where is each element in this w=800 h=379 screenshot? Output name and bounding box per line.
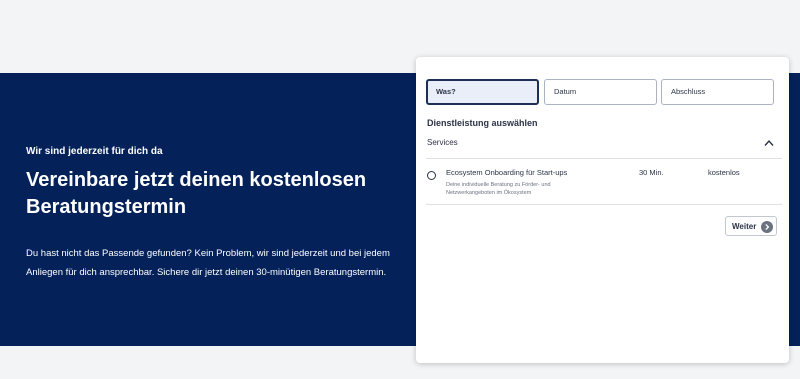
service-option[interactable]: Ecosystem Onboarding für Start-ups Deine… (416, 159, 789, 204)
tab-was[interactable]: Was? (426, 79, 539, 105)
next-button-label: Weiter (732, 222, 757, 231)
services-label: Services (427, 138, 458, 147)
hero-eyebrow: Wir sind jederzeit für dich da (26, 146, 163, 157)
section-heading: Dienstleistung auswählen (427, 118, 538, 128)
service-description: Deine individuelle Beratung zu Förder- u… (446, 182, 551, 196)
service-duration: 30 Min. (639, 168, 664, 177)
service-radio[interactable] (427, 171, 436, 180)
tab-datum[interactable]: Datum (544, 79, 657, 105)
divider (426, 204, 782, 205)
tab-abschluss[interactable]: Abschluss (661, 79, 774, 105)
services-accordion-toggle[interactable]: Services (416, 133, 789, 157)
next-button[interactable]: Weiter (725, 216, 777, 236)
hero-description: Du hast nicht das Passende gefunden? Kei… (26, 248, 390, 278)
arrow-right-circle-icon (761, 221, 773, 233)
service-name: Ecosystem Onboarding für Start-ups (446, 168, 568, 177)
booking-card: Was? Datum Abschluss Dienstleistung ausw… (416, 57, 789, 363)
hero-title: Vereinbare jetzt deinen kostenlosen Bera… (26, 169, 367, 218)
service-price: kostenlos (708, 168, 740, 177)
chevron-up-icon (764, 139, 774, 146)
